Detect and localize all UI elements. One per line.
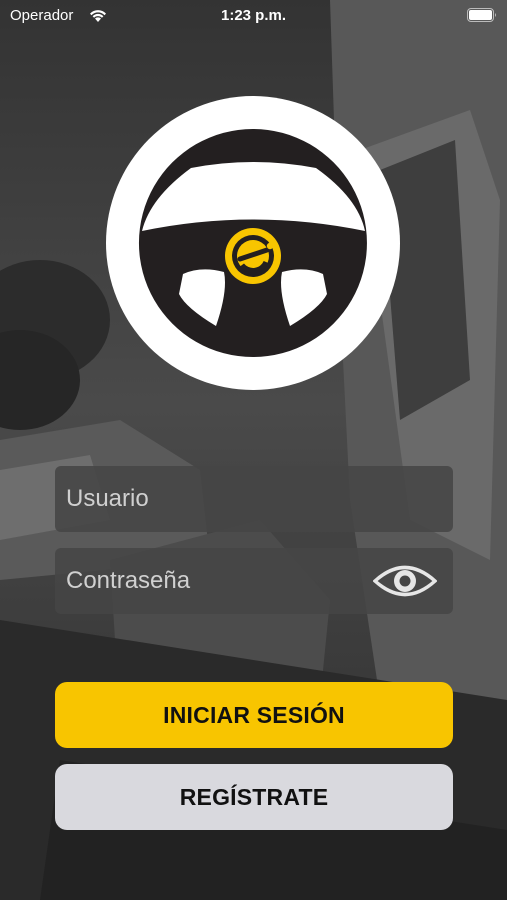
clock: 1:23 p.m. <box>220 7 287 24</box>
brand-e-icon <box>225 228 281 284</box>
battery-icon <box>467 8 496 22</box>
password-field[interactable] <box>55 548 453 614</box>
app-logo <box>106 96 400 390</box>
username-input[interactable] <box>55 466 453 532</box>
login-button[interactable]: INICIAR SESIÓN <box>55 682 453 748</box>
status-bar: Operador 1:23 p.m. <box>0 0 507 32</box>
register-button[interactable]: REGÍSTRATE <box>55 764 453 830</box>
username-field[interactable] <box>55 466 453 532</box>
eye-icon[interactable] <box>373 562 437 600</box>
